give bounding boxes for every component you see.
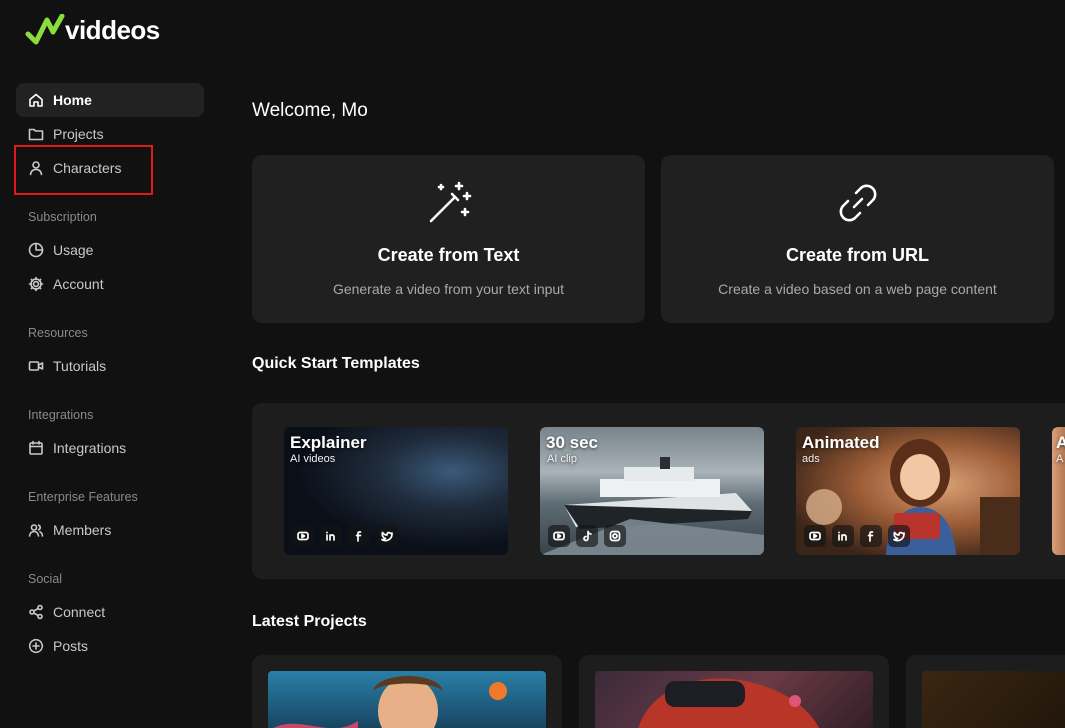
section-label-integrations: Integrations xyxy=(28,408,94,422)
facebook-icon xyxy=(860,525,882,547)
template-subtitle: A xyxy=(1056,453,1064,465)
template-title: A xyxy=(1056,433,1065,452)
card-subtitle: Create a video based on a web page conte… xyxy=(718,281,997,297)
create-from-text-card[interactable]: Create from Text Generate a video from y… xyxy=(252,155,645,323)
linkedin-icon xyxy=(320,525,342,547)
pie-chart-icon xyxy=(28,242,44,258)
folder-icon xyxy=(28,126,44,142)
facebook-icon xyxy=(348,525,370,547)
video-camera-icon xyxy=(28,358,44,374)
sidebar-item-members[interactable]: Members xyxy=(16,513,204,547)
template-card-30sec[interactable]: 30 sec AI clip xyxy=(540,427,764,555)
template-title: 30 sec xyxy=(546,433,598,452)
sidebar-item-label: Usage xyxy=(53,242,94,258)
youtube-icon xyxy=(292,525,314,547)
twitter-icon xyxy=(888,525,910,547)
project-thumbnail xyxy=(595,671,873,728)
twitter-icon xyxy=(376,525,398,547)
instagram-icon xyxy=(604,525,626,547)
project-card[interactable] xyxy=(252,655,562,728)
sidebar-item-posts[interactable]: Posts xyxy=(16,629,204,663)
welcome-heading: Welcome, Mo xyxy=(252,100,368,121)
project-thumbnail xyxy=(268,671,546,728)
section-label-social: Social xyxy=(28,572,63,586)
youtube-icon xyxy=(804,525,826,547)
link-icon xyxy=(834,179,882,227)
template-card-partial[interactable]: A A xyxy=(1052,427,1065,555)
user-icon xyxy=(28,160,44,176)
share-icon xyxy=(28,604,44,620)
app-root: viddeos Home Projects Characters Subscri… xyxy=(0,0,1065,728)
tiktok-icon xyxy=(576,525,598,547)
project-card[interactable] xyxy=(579,655,889,728)
project-card[interactable] xyxy=(906,655,1065,728)
users-icon xyxy=(28,522,44,538)
logo-icon xyxy=(25,14,65,45)
template-socials xyxy=(548,525,626,547)
calendar-icon xyxy=(28,440,44,456)
templates-heading: Quick Start Templates xyxy=(252,355,420,372)
sidebar-item-usage[interactable]: Usage xyxy=(16,233,204,267)
project-thumbnail xyxy=(922,671,1065,728)
youtube-icon xyxy=(548,525,570,547)
sidebar: viddeos Home Projects Characters Subscri… xyxy=(0,0,222,728)
latest-projects-heading: Latest Projects xyxy=(252,613,367,630)
sidebar-item-characters[interactable]: Characters xyxy=(14,145,204,195)
section-label-resources: Resources xyxy=(28,326,88,340)
home-icon xyxy=(28,92,44,108)
sidebar-item-home[interactable]: Home xyxy=(16,83,204,117)
template-title: Animated xyxy=(802,433,880,452)
plus-circle-icon xyxy=(28,638,44,654)
section-label-enterprise: Enterprise Features xyxy=(28,490,138,504)
brand-name: viddeos xyxy=(65,14,160,45)
template-socials xyxy=(292,525,398,547)
sidebar-item-label: Home xyxy=(53,92,92,108)
card-subtitle: Generate a video from your text input xyxy=(332,281,565,297)
sidebar-item-integrations[interactable]: Integrations xyxy=(16,431,204,465)
section-label-subscription: Subscription xyxy=(28,210,97,224)
brand-logo[interactable]: viddeos xyxy=(25,14,160,46)
create-from-url-card[interactable]: Create from URL Create a video based on … xyxy=(661,155,1054,323)
sidebar-item-label: Posts xyxy=(53,638,89,654)
card-title: Create from Text xyxy=(377,245,520,265)
template-subtitle: AI clip xyxy=(547,453,577,465)
gear-icon xyxy=(28,276,44,292)
sidebar-item-label: Integrations xyxy=(53,440,127,456)
sidebar-item-tutorials[interactable]: Tutorials xyxy=(16,349,204,383)
template-subtitle: AI videos xyxy=(290,453,336,465)
sidebar-item-label: Characters xyxy=(53,160,122,176)
template-socials xyxy=(804,525,910,547)
template-title: Explainer xyxy=(290,433,367,452)
sidebar-item-label: Connect xyxy=(53,604,106,620)
sidebar-item-projects[interactable]: Projects xyxy=(16,117,204,151)
magic-wand-icon xyxy=(425,179,473,227)
template-card-animated[interactable]: Animated ads xyxy=(796,427,1020,555)
template-card-explainer[interactable]: Explainer AI videos xyxy=(284,427,508,555)
sidebar-item-connect[interactable]: Connect xyxy=(16,595,204,629)
sidebar-item-account[interactable]: Account xyxy=(16,267,204,301)
sidebar-item-label: Members xyxy=(53,522,112,538)
sidebar-item-label: Projects xyxy=(53,126,104,142)
sidebar-item-label: Tutorials xyxy=(53,358,107,374)
linkedin-icon xyxy=(832,525,854,547)
template-subtitle: ads xyxy=(802,453,820,465)
sidebar-item-label: Account xyxy=(53,276,104,292)
card-title: Create from URL xyxy=(785,245,930,265)
